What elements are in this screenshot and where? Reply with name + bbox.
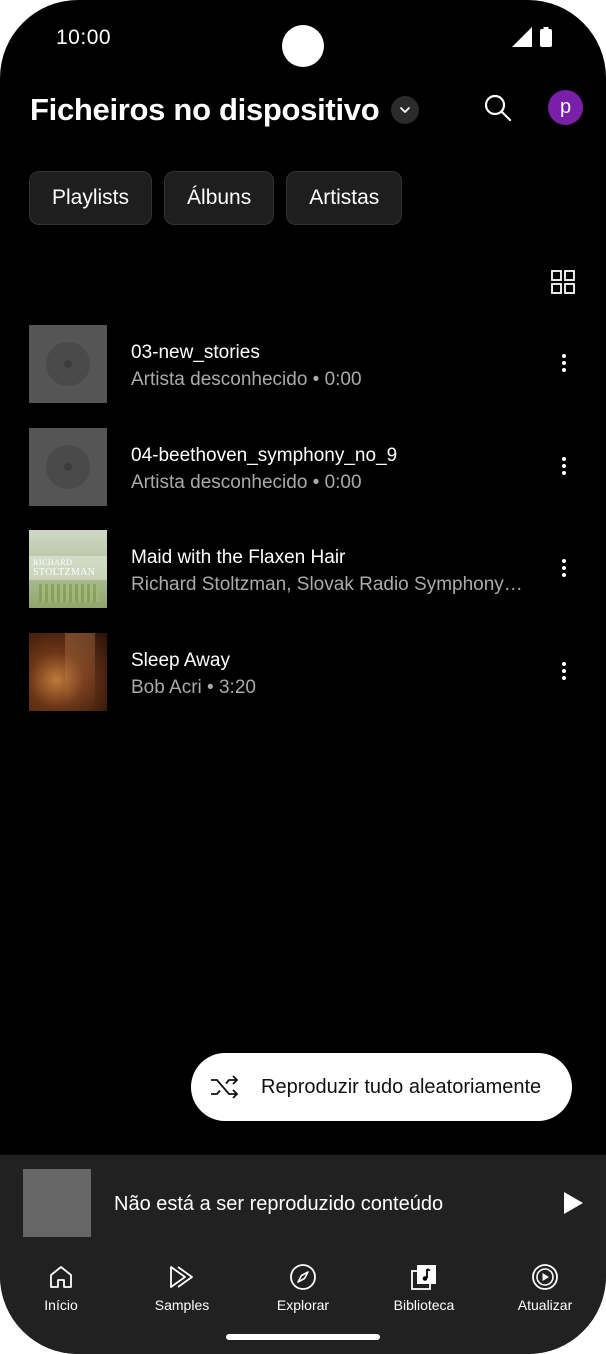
library-icon	[411, 1265, 436, 1290]
compass-icon	[290, 1264, 316, 1290]
samples-icon	[170, 1266, 193, 1288]
signal-icon	[512, 27, 532, 47]
list-item[interactable]: Sleep Away Bob Acri • 3:20	[0, 629, 606, 732]
cover-text: RICHARD	[33, 558, 73, 567]
list-item[interactable]: 04-beethoven_symphony_no_9 Artista desco…	[0, 424, 606, 527]
cover-text: STOLTZMAN	[33, 567, 96, 578]
track-title: 04-beethoven_symphony_no_9	[131, 444, 398, 466]
nav-label: Início	[44, 1297, 78, 1313]
album-cover	[29, 632, 107, 711]
battery-icon	[540, 27, 552, 47]
shuffle-all-label: Reproduzir tudo aleatoriamente	[261, 1075, 542, 1098]
nav-label: Biblioteca	[393, 1297, 455, 1313]
album-cover: RICHARD STOLTZMAN	[29, 530, 107, 608]
shuffle-icon	[211, 1075, 239, 1099]
track-subtitle: Artista desconhecido • 0:00	[131, 471, 362, 493]
home-icon	[50, 1266, 72, 1288]
more-options-icon[interactable]	[554, 351, 574, 375]
track-list: 03-new_stories Artista desconhecido • 0:…	[0, 321, 606, 731]
page-title: Ficheiros no dispositivo	[30, 92, 380, 127]
mini-player[interactable]: Não está a ser reproduzido conteúdo	[0, 1155, 606, 1243]
track-title: Sleep Away	[131, 649, 230, 671]
chip-playlists[interactable]: Playlists	[29, 171, 153, 225]
more-options-icon[interactable]	[554, 659, 574, 683]
nav-label: Explorar	[276, 1297, 330, 1313]
nav-home[interactable]: Início	[11, 1263, 111, 1313]
disc-placeholder-icon	[29, 325, 107, 403]
filter-chips: Playlists Álbuns Artistas	[29, 171, 403, 225]
track-subtitle: Bob Acri • 3:20	[131, 676, 256, 698]
nav-library[interactable]: Biblioteca	[374, 1263, 474, 1313]
play-icon[interactable]	[562, 1191, 584, 1215]
shuffle-all-button[interactable]: Reproduzir tudo aleatoriamente	[191, 1053, 572, 1121]
nav-label: Atualizar	[517, 1297, 573, 1313]
header: Ficheiros no dispositivo	[30, 92, 420, 128]
grid-view-icon[interactable]	[551, 270, 575, 294]
more-options-icon[interactable]	[554, 454, 574, 478]
nav-explore[interactable]: Explorar	[253, 1263, 353, 1313]
mini-player-thumbnail	[23, 1169, 91, 1237]
list-item[interactable]: RICHARD STOLTZMAN Maid with the Flaxen H…	[0, 526, 606, 629]
source-dropdown-button[interactable]	[391, 96, 420, 124]
list-item[interactable]: 03-new_stories Artista desconhecido • 0:…	[0, 321, 606, 424]
nav-upgrade[interactable]: Atualizar	[495, 1263, 595, 1313]
track-subtitle: Richard Stoltzman, Slovak Radio Symphony…	[131, 574, 523, 595]
track-subtitle: Artista desconhecido • 0:00	[131, 369, 362, 390]
chevron-down-icon	[400, 107, 411, 113]
home-indicator[interactable]	[226, 1334, 380, 1340]
chip-albums[interactable]: Álbuns	[164, 171, 275, 225]
status-time: 10:00	[56, 26, 112, 49]
track-title: Maid with the Flaxen Hair	[131, 547, 346, 568]
camera-cutout	[282, 25, 324, 67]
more-options-icon[interactable]	[554, 556, 574, 580]
status-icons	[512, 27, 552, 47]
mini-player-status: Não está a ser reproduzido conteúdo	[114, 1193, 444, 1215]
track-title: 03-new_stories	[131, 342, 260, 363]
avatar[interactable]: p	[548, 90, 583, 125]
nav-label: Samples	[154, 1297, 210, 1313]
disc-placeholder-icon	[29, 427, 107, 506]
chip-artists[interactable]: Artistas	[286, 171, 403, 225]
phone-screen: 10:00 Ficheiros no dispositivo p Playlis…	[0, 0, 606, 1354]
search-icon[interactable]	[483, 93, 513, 123]
upgrade-icon	[532, 1264, 558, 1290]
nav-samples[interactable]: Samples	[132, 1263, 232, 1313]
